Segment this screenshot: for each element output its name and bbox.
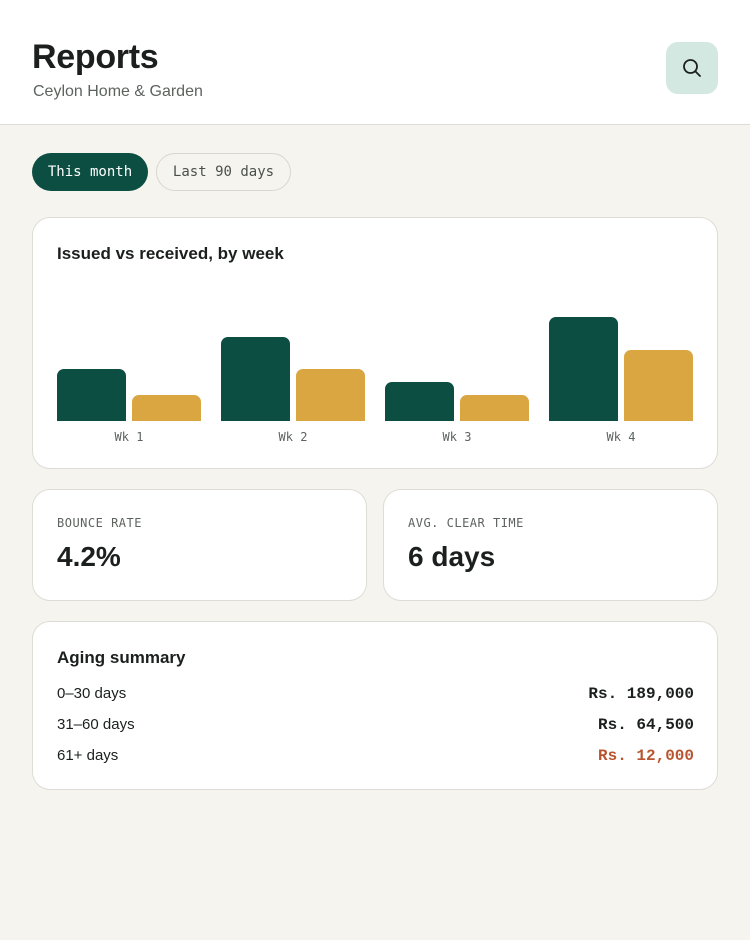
bar-received — [296, 369, 365, 421]
aging-row-label: 0–30 days — [57, 685, 127, 702]
kpi-label: AVG. CLEAR TIME — [408, 516, 524, 530]
bar-received — [460, 395, 529, 421]
chart-card: Issued vs received, by week Wk 1 Wk 2 Wk 3… — [32, 217, 718, 469]
x-tick-label: Wk 1 — [114, 430, 144, 444]
aging-row-amount-overdue: Rs. 12,000 — [597, 747, 694, 765]
x-tick-label: Wk 3 — [442, 430, 472, 444]
bar-issued — [385, 382, 454, 421]
bar-received — [132, 395, 201, 421]
aging-row-label: 61+ days — [57, 747, 119, 764]
kpi-card-bounce-rate: BOUNCE RATE 4.2% — [32, 489, 367, 601]
bar-issued — [57, 369, 126, 421]
search-icon — [683, 59, 701, 77]
app-header: Reports Ceylon Home & Garden — [0, 0, 750, 125]
bar-chart: Wk 1 Wk 2 Wk 3 Wk 4 — [33, 218, 719, 470]
aging-title: Aging summary — [57, 648, 186, 667]
aging-row: 31–60 days Rs. 64,500 — [57, 716, 694, 738]
aging-row-amount: Rs. 189,000 — [588, 685, 694, 703]
aging-row-amount: Rs. 64,500 — [597, 716, 694, 734]
kpi-value: 6 days — [408, 541, 496, 572]
aging-summary-card: Aging summary 0–30 days Rs. 189,000 31–6… — [32, 621, 718, 790]
x-tick-label: Wk 2 — [278, 430, 308, 444]
kpi-label: BOUNCE RATE — [57, 516, 142, 530]
filter-last-90-days[interactable]: Last 90 days — [156, 153, 291, 191]
bar-issued — [221, 337, 290, 421]
aging-row-label: 31–60 days — [57, 716, 135, 733]
aging-row: 61+ days Rs. 12,000 — [57, 747, 694, 769]
filter-this-month[interactable]: This month — [32, 153, 148, 191]
aging-row: 0–30 days Rs. 189,000 — [57, 685, 694, 707]
x-tick-label: Wk 4 — [606, 430, 636, 444]
page-title: Reports — [32, 38, 159, 76]
kpi-card-avg-clear-time: AVG. CLEAR TIME 6 days — [383, 489, 718, 601]
bar-issued — [549, 317, 618, 421]
bar-received — [624, 350, 693, 421]
business-name: Ceylon Home & Garden — [33, 83, 203, 100]
kpi-value: 4.2% — [57, 541, 121, 572]
search-button[interactable] — [666, 42, 718, 94]
